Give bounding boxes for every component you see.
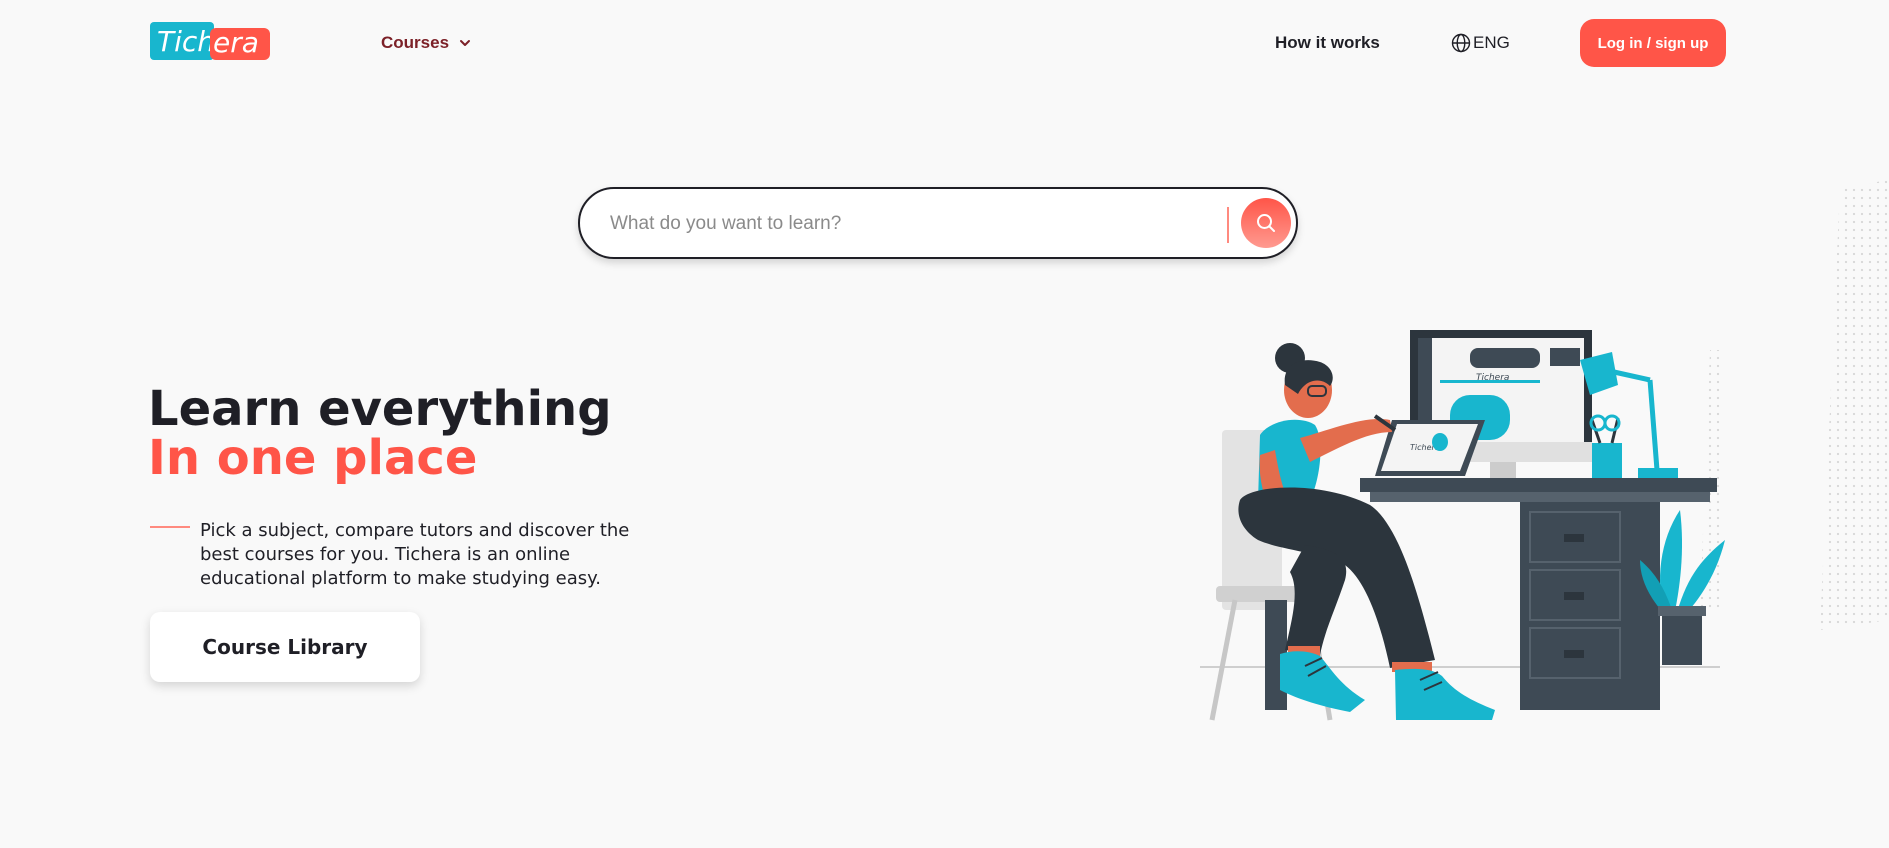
hero-title-line1: Learn everything: [148, 381, 612, 437]
hero-title-line2: In one place: [148, 430, 478, 486]
language-selector[interactable]: ENG: [1451, 30, 1510, 56]
hero-accent-line: [150, 526, 190, 528]
how-it-works-link[interactable]: How it works: [1275, 30, 1380, 56]
courses-dropdown[interactable]: Courses: [381, 30, 471, 56]
hero-description: Pick a subject, compare tutors and disco…: [200, 520, 630, 589]
search-input[interactable]: [608, 207, 1212, 241]
page: Tich era Courses How it works ENG Log in…: [0, 0, 1889, 848]
chevron-down-icon: [460, 40, 471, 46]
pencil-cup-illustration: [1589, 414, 1622, 478]
language-label: ENG: [1473, 33, 1510, 52]
courses-label: Courses: [381, 33, 450, 52]
login-signup-button[interactable]: Log in / sign up: [1580, 19, 1726, 67]
dotted-background-right: [1820, 180, 1889, 630]
hero-illustration: Tichera Tichera: [1200, 180, 1889, 721]
globe-icon: [1451, 33, 1471, 53]
monitor-screen-text: Tichera: [1476, 373, 1509, 383]
course-library-button[interactable]: Course Library: [150, 612, 420, 682]
logo-text-tich: Tich: [150, 22, 215, 60]
logo-text-era: era: [210, 28, 270, 60]
tichera-logo[interactable]: Tich era: [150, 22, 270, 60]
